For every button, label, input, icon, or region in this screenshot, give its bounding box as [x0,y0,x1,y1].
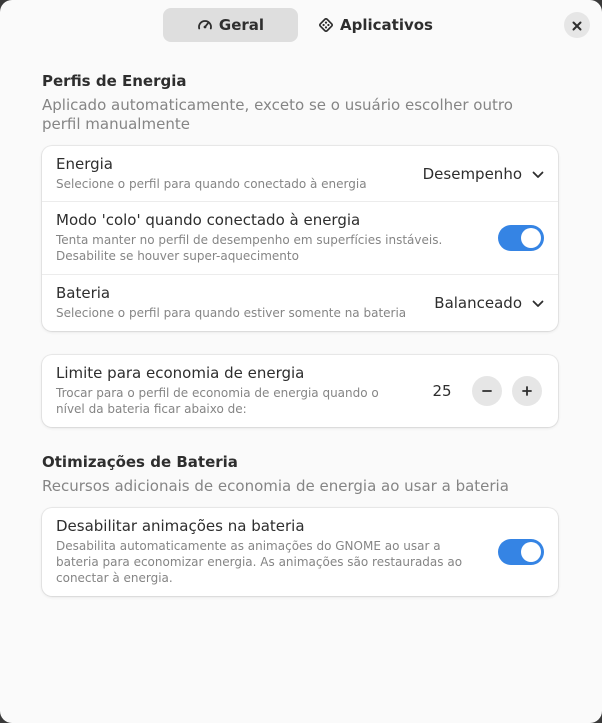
preferences-window: Geral Aplicativos Perfis de Energia Apli… [0,0,602,723]
row-subtitle: Tenta manter no perfil de desempenho em … [56,233,443,263]
dropdown-value: Balanceado [434,294,522,312]
lap-mode-row[interactable]: Modo 'colo' quando conectado à energia T… [42,202,558,275]
minus-icon [481,382,493,401]
header-bar: Geral Aplicativos [0,0,602,50]
apps-diamond-icon [318,17,334,33]
threshold-spinbutton: 25 [422,376,542,406]
battery-optimizations-group: Otimizações de Bateria Recursos adiciona… [42,453,558,596]
speedometer-icon [197,17,213,33]
threshold-value[interactable]: 25 [422,382,462,400]
battery-optimizations-card: Desabilitar animações na bateria Desabil… [42,508,558,596]
power-profiles-card: Energia Selecione o perfil para quando c… [42,146,558,331]
row-title: Modo 'colo' quando conectado à energia [56,211,361,229]
increase-button[interactable] [512,376,542,406]
dropdown-value: Desempenho [422,164,522,183]
row-subtitle: Desabilita automaticamente as animações … [56,539,463,585]
plus-icon [521,382,533,401]
group-title: Otimizações de Bateria [42,453,238,471]
group-description: Aplicado automaticamente, exceto se o us… [42,96,513,133]
battery-profile-dropdown[interactable]: Balanceado [434,294,544,312]
battery-profile-row[interactable]: Bateria Selecione o perfil para quando e… [42,275,558,331]
power-profiles-group: Perfis de Energia Aplicado automaticamen… [42,72,558,331]
chevron-down-icon [532,165,544,183]
disable-animations-row[interactable]: Desabilitar animações na bateria Desabil… [42,508,558,596]
energy-profile-dropdown[interactable]: Desempenho [423,165,544,183]
group-description: Recursos adicionais de economia de energ… [42,477,509,495]
group-title: Perfis de Energia [42,72,187,90]
tab-aplicativos-label: Aplicativos [340,16,433,34]
row-subtitle: Trocar para o perfil de economia de ener… [56,386,379,416]
power-saver-threshold-card: Limite para economia de energia Trocar p… [42,355,558,427]
tab-geral-label: Geral [218,16,265,34]
close-icon [572,16,582,35]
view-switcher: Geral Aplicativos [163,8,447,42]
row-title: Desabilitar animações na bateria [56,517,305,535]
disable-animations-switch[interactable] [498,539,544,565]
power-saver-threshold-row: Limite para economia de energia Trocar p… [42,355,558,427]
energy-profile-row[interactable]: Energia Selecione o perfil para quando c… [42,146,558,202]
switch-knob [521,228,541,248]
close-button[interactable] [564,12,590,38]
preferences-page: Perfis de Energia Aplicado automaticamen… [42,72,558,596]
decrease-button[interactable] [472,376,502,406]
switch-knob [521,542,541,562]
tab-aplicativos[interactable]: Aplicativos [304,8,447,42]
lap-mode-switch[interactable] [498,225,544,251]
chevron-down-icon [532,294,544,312]
tab-geral[interactable]: Geral [163,8,298,42]
